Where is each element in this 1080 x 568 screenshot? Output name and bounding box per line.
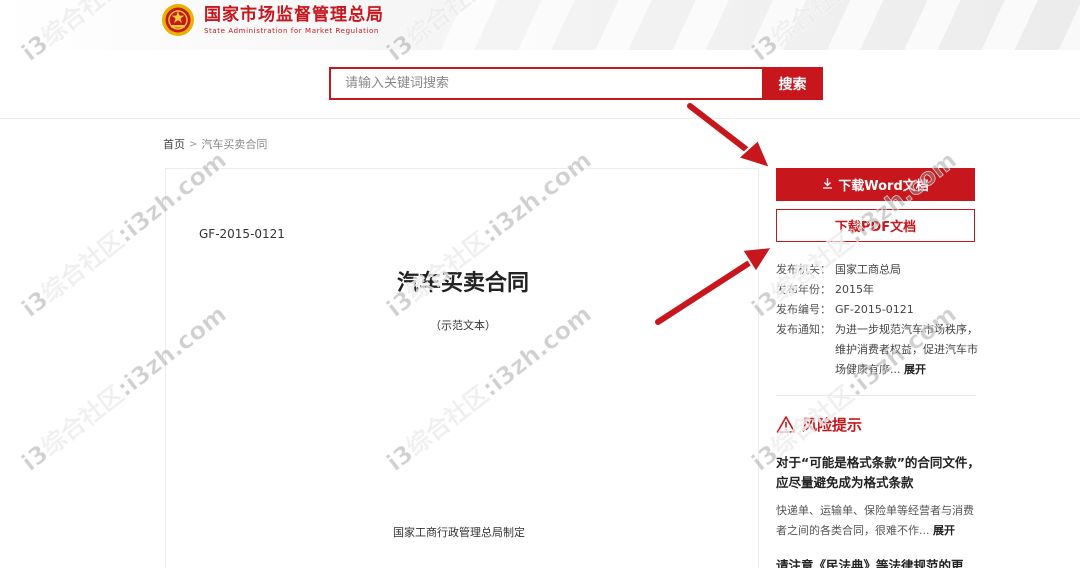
header-decoration (420, 0, 1080, 50)
download-pdf-button[interactable]: 下载PDF文档 (776, 209, 975, 242)
document-preview: GF-2015-0121 汽车买卖合同 （示范文本） 国家工商行政管理总局制定 (165, 168, 759, 568)
document-subtitle: （示范文本） (430, 319, 496, 332)
risk-item-title[interactable]: 对于“可能是格式条款”的合同文件，应尽量避免成为格式条款 (776, 453, 980, 493)
meta-notice-label: 发布通知： (776, 323, 831, 336)
sidebar-divider (776, 395, 975, 396)
warning-icon (776, 415, 796, 433)
document-metadata: 发布机关： 国家工商总局 发布年份： 2015年 发布编号： GF-2015-0… (776, 260, 978, 380)
site-title: 国家市场监督管理总局 (204, 5, 384, 25)
search-button[interactable]: 搜索 (762, 67, 823, 100)
national-emblem-icon (162, 4, 194, 36)
meta-notice-value: 为进一步规范汽车市场秩序，维护消费者权益，促进汽车市场健康有序... 展开 (835, 320, 978, 380)
document-title: 汽车买卖合同 (396, 271, 529, 296)
risk-section-header: 风险提示 (776, 414, 862, 435)
site-title-english: State Administration for Market Regulati… (204, 27, 379, 35)
document-code: GF-2015-0121 (199, 227, 285, 241)
risk-item-summary: 快递单、运输单、保险单等经营者与消费者之间的各类合同，很难不作... 展开 (776, 501, 980, 541)
meta-code-label: 发布编号： (776, 303, 831, 316)
breadcrumb-separator: > (189, 138, 198, 150)
breadcrumb-home[interactable]: 首页 (163, 136, 185, 152)
download-arrow-icon (822, 177, 833, 193)
download-pdf-label: 下载PDF文档 (834, 220, 917, 235)
breadcrumb: 首页 > 汽车买卖合同 (163, 136, 267, 152)
header-divider (0, 118, 1080, 119)
meta-agency-value: 国家工商总局 (835, 263, 901, 276)
meta-year-value: 2015年 (835, 283, 874, 296)
search-input[interactable] (329, 67, 762, 100)
document-issuer: 国家工商行政管理总局制定 (393, 526, 525, 539)
risk-expand-link[interactable]: 展开 (933, 524, 955, 537)
meta-year: 发布年份： 2015年 (776, 280, 978, 300)
search-bar: 搜索 (329, 67, 823, 100)
download-word-button[interactable]: 下载Word文档 (776, 168, 975, 201)
site-logo[interactable]: 国家市场监督管理总局 State Administration for Mark… (160, 2, 384, 38)
site-header: 国家市场监督管理总局 State Administration for Mark… (0, 0, 1080, 50)
meta-agency: 发布机关： 国家工商总局 (776, 260, 978, 280)
breadcrumb-current: 汽车买卖合同 (201, 138, 268, 151)
meta-year-label: 发布年份： (776, 283, 831, 296)
meta-agency-label: 发布机关： (776, 263, 831, 276)
meta-notice: 发布通知： 为进一步规范汽车市场秩序，维护消费者权益，促进汽车市场健康有序...… (776, 320, 978, 380)
arrow-to-word-icon (685, 101, 771, 169)
risk-item-title-2[interactable]: 请注意《民法典》等法律规范的更 (776, 556, 980, 568)
meta-code-value: GF-2015-0121 (835, 303, 914, 316)
risk-section-title: 风险提示 (802, 416, 863, 434)
notice-expand-link[interactable]: 展开 (904, 363, 926, 376)
meta-code: 发布编号： GF-2015-0121 (776, 300, 978, 320)
download-word-label: 下载Word文档 (838, 179, 929, 194)
